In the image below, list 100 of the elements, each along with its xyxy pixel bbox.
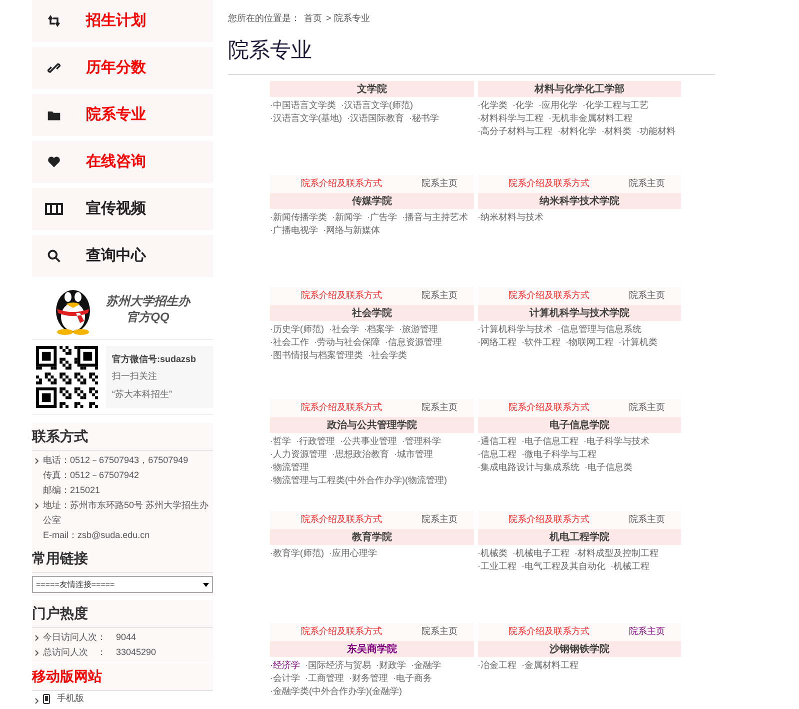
major-link[interactable]: ·旅游管理 [399,323,438,336]
major-link[interactable]: ·工业工程 [478,560,516,573]
major-link[interactable]: ·汉语言文学(师范) [341,99,413,112]
intro-link[interactable]: 院系介绍及联系方式 [301,625,382,639]
nav-item[interactable]: 历年分数 [32,47,213,89]
major-link[interactable]: ·广播电视学 [270,224,318,237]
major-link[interactable]: ·金融学类(中外合作办学)(金融学) [270,685,402,698]
major-link[interactable]: ·社会学类 [368,349,407,362]
major-link[interactable]: ·汉语国际教育 [347,112,404,125]
intro-link[interactable]: 院系介绍及联系方式 [301,289,382,303]
department-header[interactable]: 沙钢钢铁学院 [478,641,681,657]
breadcrumb-link[interactable]: > 院系专业 [326,12,370,26]
major-link[interactable]: ·财政学 [376,659,406,672]
homepage-link[interactable]: 院系主页 [629,625,665,639]
major-link[interactable]: ·人力资源管理 [270,448,327,461]
major-link[interactable]: ·信息工程 [478,448,516,461]
department-header[interactable]: 机电工程学院 [478,529,681,545]
major-link[interactable]: ·金融学 [411,659,441,672]
homepage-link[interactable]: 院系主页 [629,513,665,527]
department-header[interactable]: 传媒学院 [270,193,474,209]
major-link[interactable]: ·物流管理 [270,461,309,474]
major-link[interactable]: ·电子科学与技术 [584,435,650,448]
major-link[interactable]: ·通信工程 [478,435,516,448]
nav-item[interactable]: 在线咨询 [32,141,213,183]
department-header[interactable]: 政治与公共管理学院 [270,417,474,433]
major-link[interactable]: ·工商管理 [305,672,344,685]
homepage-link[interactable]: 院系主页 [629,289,665,303]
department-header[interactable]: 纳米科学技术学院 [478,193,681,209]
major-link[interactable]: ·集成电路设计与集成系统 [478,461,580,474]
department-header[interactable]: 教育学院 [270,529,474,545]
major-link[interactable]: ·广告学 [367,211,397,224]
major-link[interactable]: ·材料科学与工程 [478,112,544,125]
major-link[interactable]: ·无机非金属材料工程 [548,112,632,125]
nav-item[interactable]: 宣传视频 [32,188,213,230]
major-link[interactable]: ·计算机类 [618,336,658,349]
links-dropdown[interactable]: =====友情连接===== [32,576,213,593]
breadcrumb-link[interactable]: 首页 [304,12,322,26]
nav-item[interactable]: 院系专业 [32,94,213,136]
major-link[interactable]: ·秘书学 [409,112,439,125]
department-header[interactable]: 文学院 [270,81,474,97]
intro-link[interactable]: 院系介绍及联系方式 [508,513,590,527]
major-link[interactable]: ·行政管理 [296,435,335,448]
nav-item[interactable]: 查询中心 [32,235,213,277]
major-link[interactable]: ·机械类 [478,547,508,560]
major-link[interactable]: ·应用化学 [538,99,578,112]
major-link[interactable]: ·社会工作 [270,336,309,349]
intro-link[interactable]: 院系介绍及联系方式 [301,177,382,191]
major-link[interactable]: ·功能材料 [636,125,676,138]
major-link[interactable]: ·软件工程 [522,336,560,349]
major-link[interactable]: ·会计学 [270,672,300,685]
major-link[interactable]: ·信息管理与信息系统 [558,323,642,336]
major-link[interactable]: ·化学类 [478,99,508,112]
nav-item[interactable]: 招生计划 [32,0,213,42]
major-link[interactable]: ·劳动与社会保障 [314,336,380,349]
intro-link[interactable]: 院系介绍及联系方式 [301,401,382,415]
homepage-link[interactable]: 院系主页 [629,401,665,415]
major-link[interactable]: ·新闻学 [332,211,362,224]
major-link[interactable]: ·物联网工程 [566,336,614,349]
major-link[interactable]: ·计算机科学与技术 [478,323,552,336]
homepage-link[interactable]: 院系主页 [629,177,665,191]
major-link[interactable]: ·汉语言文学(基地) [270,112,342,125]
department-header[interactable]: 东吴商学院 [270,641,474,657]
homepage-link[interactable]: 院系主页 [422,289,458,303]
major-link[interactable]: ·公共事业管理 [340,435,397,448]
major-link[interactable]: ·材料类 [602,125,632,138]
major-link[interactable]: ·金属材料工程 [522,659,578,672]
major-link[interactable]: ·化学工程与工艺 [582,99,648,112]
homepage-link[interactable]: 院系主页 [422,513,458,527]
major-link[interactable]: ·机械电子工程 [512,547,570,560]
major-link[interactable]: ·播音与主持艺术 [402,211,468,224]
intro-link[interactable]: 院系介绍及联系方式 [301,513,382,527]
intro-link[interactable]: 院系介绍及联系方式 [508,177,590,191]
major-link[interactable]: ·机械工程 [610,560,650,573]
department-header[interactable]: 电子信息学院 [478,417,681,433]
major-link[interactable]: ·材料化学 [558,125,596,138]
major-link[interactable]: ·管理科学 [402,435,441,448]
intro-link[interactable]: 院系介绍及联系方式 [508,625,590,639]
major-link[interactable]: ·纳米材料与技术 [478,211,544,224]
major-link[interactable]: ·微电子科学与工程 [522,448,596,461]
mobile-link[interactable]: 手机版 [57,692,84,706]
major-link[interactable]: ·物流管理与工程类(中外合作办学)(物流管理) [270,474,447,487]
major-link[interactable]: ·信息资源管理 [385,336,442,349]
major-link[interactable]: ·电子信息工程 [522,435,578,448]
homepage-link[interactable]: 院系主页 [422,625,458,639]
department-header[interactable]: 计算机科学与技术学院 [478,305,681,321]
department-header[interactable]: 社会学院 [270,305,474,321]
major-link[interactable]: ·冶金工程 [478,659,516,672]
major-link[interactable]: ·城市管理 [394,448,433,461]
major-link[interactable]: ·思想政治教育 [332,448,389,461]
major-link[interactable]: ·电子商务 [393,672,432,685]
major-link[interactable]: ·化学 [512,99,534,112]
major-link[interactable]: ·材料成型及控制工程 [574,547,658,560]
major-link[interactable]: ·新闻传播学类 [270,211,327,224]
major-link[interactable]: ·历史学(师范) [270,323,324,336]
major-link[interactable]: ·网络与新媒体 [323,224,380,237]
major-link[interactable]: ·图书情报与档案管理类 [270,349,363,362]
department-header[interactable]: 材料与化学化工学部 [478,81,681,97]
major-link[interactable]: ·应用心理学 [329,547,377,560]
homepage-link[interactable]: 院系主页 [422,401,458,415]
major-link[interactable]: ·网络工程 [478,336,516,349]
